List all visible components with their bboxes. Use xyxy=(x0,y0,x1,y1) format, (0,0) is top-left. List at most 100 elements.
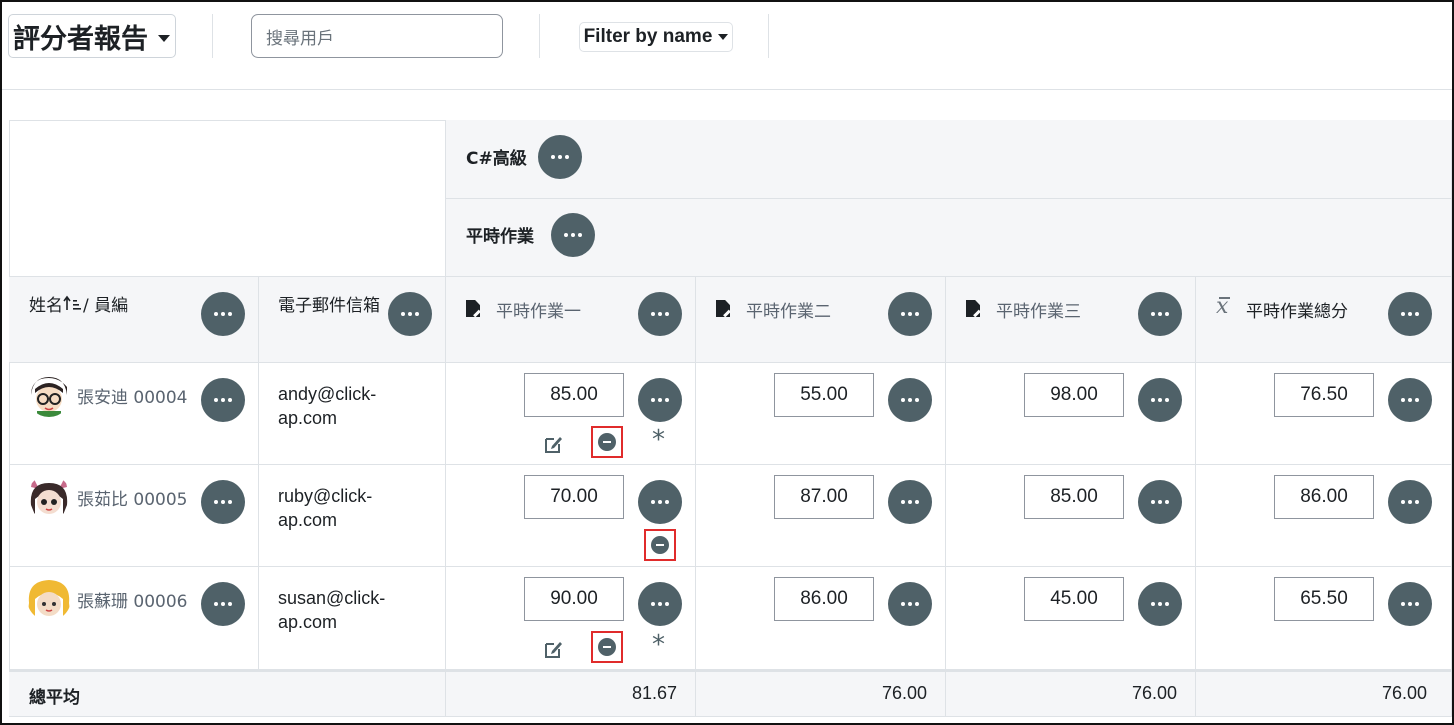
average-cell: 76.00 xyxy=(1196,670,1452,717)
grade-cell: 86.00 xyxy=(696,567,946,670)
avatar[interactable] xyxy=(27,475,71,519)
search-users-input[interactable]: 搜尋用戶 xyxy=(251,14,503,58)
name-column-actions-button[interactable] xyxy=(201,292,245,336)
user-actions-button[interactable] xyxy=(201,378,245,422)
grade-cell: 85.00 xyxy=(946,465,1196,567)
empty-header-cell xyxy=(9,120,446,277)
grade-cell: 45.00 xyxy=(946,567,1196,670)
grade-input[interactable]: 90.00 xyxy=(524,577,624,621)
grade-actions-button[interactable] xyxy=(1388,480,1432,524)
grader-table: C#高級 平時作業 姓名 / 員編 電子郵件信箱 平時作業一 平時作業二 平時作業… xyxy=(9,120,1452,717)
email-cell: ruby@click-ap.com xyxy=(259,465,446,567)
report-title: 評分者報告 xyxy=(13,23,148,55)
asterisk-icon: * xyxy=(652,630,665,660)
excluded-indicator xyxy=(644,529,676,561)
grade-input[interactable]: 85.00 xyxy=(1024,475,1124,519)
grade-category-header: 平時作業 xyxy=(446,199,1452,277)
grade-input[interactable]: 70.00 xyxy=(524,475,624,519)
user-email: andy@click-ap.com xyxy=(278,384,377,428)
email-column-actions-button[interactable] xyxy=(388,292,432,336)
average-cell: 76.00 xyxy=(696,670,946,717)
course-category-header: C#高級 xyxy=(446,120,1452,199)
grade-actions-button[interactable] xyxy=(1138,378,1182,422)
user-profile-link[interactable]: 張安迪 00004 xyxy=(77,383,187,408)
report-toolbar: 評分者報告 搜尋用戶 Filter by name xyxy=(2,2,1452,90)
average-cell: 81.67 xyxy=(446,670,696,717)
grade-input[interactable]: 87.00 xyxy=(774,475,874,519)
edit-icon[interactable] xyxy=(544,434,564,454)
overall-average-label-cell: 總平均 xyxy=(9,670,446,717)
grade-item-actions-button[interactable] xyxy=(1138,292,1182,336)
grade-input[interactable]: 86.00 xyxy=(1274,475,1374,519)
name-sort-link[interactable]: 姓名 xyxy=(29,296,63,316)
grade-item-link[interactable]: 平時作業一 xyxy=(496,297,581,322)
table-row-user: 張安迪 00004 xyxy=(9,363,259,465)
grade-actions-button[interactable] xyxy=(1388,582,1432,626)
grade-cell: 70.00 xyxy=(446,465,696,567)
user-actions-button[interactable] xyxy=(201,480,245,524)
category-total-header: x 平時作業總分 xyxy=(1196,277,1452,363)
grade-actions-button[interactable] xyxy=(1138,582,1182,626)
grade-input[interactable]: 86.00 xyxy=(774,577,874,621)
average-value: 76.00 xyxy=(1131,683,1177,703)
grade-input[interactable]: 45.00 xyxy=(1024,577,1124,621)
divider xyxy=(212,14,213,58)
grade-input[interactable]: 55.00 xyxy=(774,373,874,417)
mean-icon: x xyxy=(1216,294,1231,319)
grade-item-actions-button[interactable] xyxy=(888,292,932,336)
caret-down-icon xyxy=(158,34,170,42)
grade-cell: 55.00 xyxy=(696,363,946,465)
grade-item-header: 平時作業三 xyxy=(946,277,1196,363)
name-column-header: 姓名 / 員編 xyxy=(9,277,259,363)
category-total-actions-button[interactable] xyxy=(1388,292,1432,336)
grade-cell: 86.00 xyxy=(1196,465,1452,567)
user-profile-link[interactable]: 張蘇珊 00006 xyxy=(77,587,187,612)
caret-down-icon xyxy=(718,34,729,40)
minus-circle-icon xyxy=(651,536,669,554)
grade-actions-button[interactable] xyxy=(1138,480,1182,524)
minus-circle-icon xyxy=(598,638,616,656)
grade-actions-button[interactable] xyxy=(888,378,932,422)
edit-icon[interactable] xyxy=(544,639,564,659)
id-sort-link[interactable]: / 員編 xyxy=(83,296,128,316)
asterisk-icon: * xyxy=(652,425,665,455)
grade-cell: 76.50 xyxy=(1196,363,1452,465)
assignment-icon xyxy=(716,300,730,317)
user-profile-link[interactable]: 張茹比 00005 xyxy=(77,485,187,510)
filter-by-name-button[interactable]: Filter by name xyxy=(579,22,733,52)
grade-actions-button[interactable] xyxy=(888,582,932,626)
grade-input[interactable]: 65.50 xyxy=(1274,577,1374,621)
grade-actions-button[interactable] xyxy=(638,582,682,626)
grade-cell: 98.00 xyxy=(946,363,1196,465)
email-cell: andy@click-ap.com xyxy=(259,363,446,465)
grade-actions-button[interactable] xyxy=(638,378,682,422)
avatar[interactable] xyxy=(27,577,71,621)
table-row-user: 張蘇珊 00006 xyxy=(9,567,259,670)
grade-item-link[interactable]: 平時作業三 xyxy=(996,297,1081,322)
avatar[interactable] xyxy=(27,373,71,417)
user-email: ruby@click-ap.com xyxy=(278,486,373,530)
grade-input[interactable]: 98.00 xyxy=(1024,373,1124,417)
grade-actions-button[interactable] xyxy=(638,480,682,524)
grade-item-header: 平時作業一 xyxy=(446,277,696,363)
grade-input[interactable]: 76.50 xyxy=(1274,373,1374,417)
category-total-label: 平時作業總分 xyxy=(1246,302,1348,322)
name-header-label[interactable]: 姓名 / 員編 xyxy=(29,291,128,316)
average-value: 76.00 xyxy=(1381,683,1427,703)
grade-item-link[interactable]: 平時作業二 xyxy=(746,297,831,322)
email-header-label[interactable]: 電子郵件信箱 xyxy=(278,291,380,316)
report-selector[interactable]: 評分者報告 xyxy=(8,14,176,58)
grade-input[interactable]: 85.00 xyxy=(524,373,624,417)
course-actions-button[interactable] xyxy=(538,135,582,179)
excluded-indicator xyxy=(591,631,623,663)
user-email: susan@click-ap.com xyxy=(278,588,386,632)
excluded-indicator xyxy=(591,426,623,458)
average-cell: 76.00 xyxy=(946,670,1196,717)
user-actions-button[interactable] xyxy=(201,582,245,626)
course-name: C#高級 xyxy=(466,149,527,169)
grade-item-header: 平時作業二 xyxy=(696,277,946,363)
category-actions-button[interactable] xyxy=(551,213,595,257)
grade-actions-button[interactable] xyxy=(1388,378,1432,422)
grade-item-actions-button[interactable] xyxy=(638,292,682,336)
grade-actions-button[interactable] xyxy=(888,480,932,524)
